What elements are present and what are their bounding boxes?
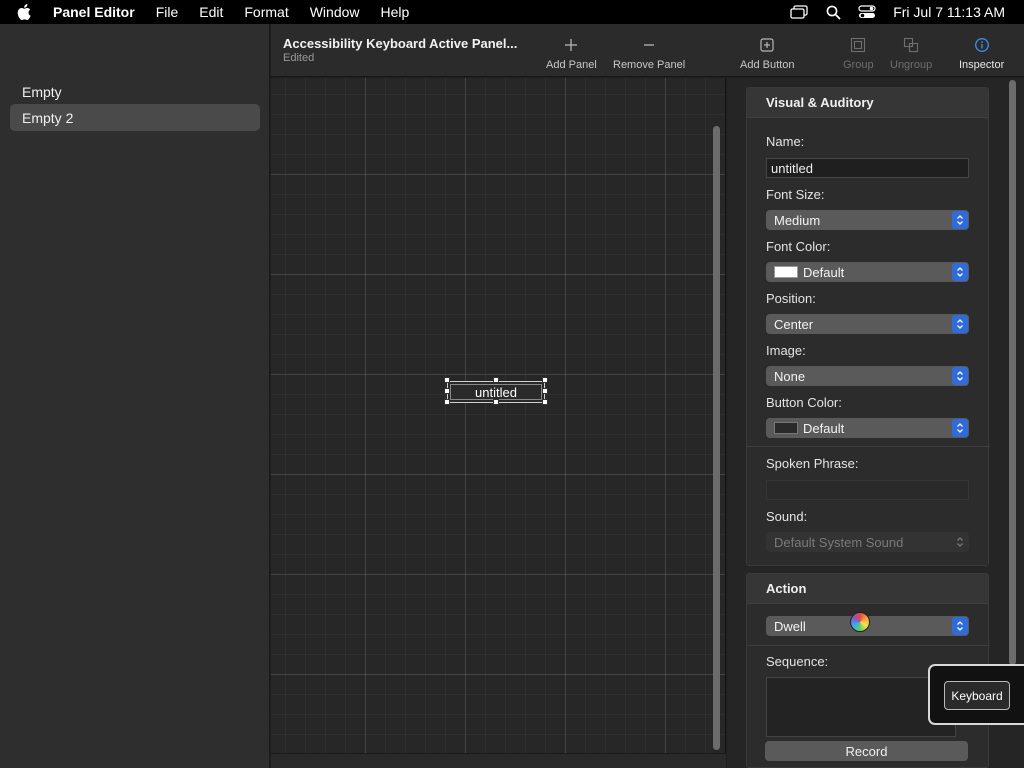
sidebar-item-empty[interactable]: Empty: [10, 78, 260, 105]
menu-edit[interactable]: Edit: [199, 4, 223, 20]
visual-auditory-header: Visual & Auditory: [747, 88, 988, 118]
visual-auditory-section: Visual & Auditory Name: untitled Font Si…: [746, 87, 990, 566]
chevron-up-down-icon: [952, 263, 968, 281]
font-size-value: Medium: [774, 212, 821, 228]
ungroup-icon: [903, 34, 919, 56]
sidebar-item-label: Empty: [22, 83, 62, 100]
menu-format[interactable]: Format: [244, 4, 288, 20]
resize-handle-bottom-right[interactable]: [542, 399, 548, 405]
keyboard-button[interactable]: Keyboard: [944, 681, 1010, 710]
sound-value: Default System Sound: [774, 534, 904, 550]
menu-bar: Panel Editor File Edit Format Window Hel…: [0, 0, 1024, 24]
remove-panel-button[interactable]: Remove Panel: [613, 34, 685, 71]
button-color-value: Default: [803, 420, 845, 436]
spoken-phrase-field[interactable]: [766, 480, 969, 500]
position-value: Center: [774, 316, 814, 332]
minus-icon: [642, 34, 656, 56]
menu-app-name[interactable]: Panel Editor: [53, 4, 135, 20]
add-panel-label: Add Panel: [546, 59, 597, 71]
inspector-scrollbar[interactable]: [1009, 80, 1016, 665]
button-color-label: Button Color:: [766, 395, 842, 410]
resize-handle-top[interactable]: [493, 377, 499, 383]
panel-button-label: untitled: [475, 384, 517, 400]
resize-handle-top-left[interactable]: [444, 377, 450, 383]
resize-handle-bottom-left[interactable]: [444, 399, 450, 405]
apple-icon[interactable]: [17, 0, 37, 24]
plus-icon: [564, 34, 578, 56]
document-title: Accessibility Keyboard Active Panel...: [283, 36, 518, 51]
resize-handle-bottom[interactable]: [493, 399, 499, 405]
font-color-popup[interactable]: Default: [766, 262, 969, 282]
group-label: Group: [843, 59, 874, 71]
canvas-bottom-bar: [271, 753, 726, 768]
image-popup[interactable]: None: [766, 366, 969, 386]
sound-label: Sound:: [766, 509, 808, 524]
section-divider: [747, 446, 990, 447]
image-value: None: [774, 368, 806, 384]
canvas-scrollbar[interactable]: [713, 126, 720, 750]
sidebar-item-empty-2[interactable]: Empty 2: [10, 104, 260, 131]
info-icon: [974, 34, 990, 56]
record-button[interactable]: Record: [765, 741, 968, 761]
busy-cursor-icon: [850, 612, 870, 632]
font-color-label: Font Color:: [766, 239, 831, 254]
group-icon: [850, 34, 866, 56]
panel-list-sidebar: Empty Empty 2: [0, 24, 270, 768]
document-status: Edited: [283, 52, 315, 64]
control-center-icon[interactable]: [857, 2, 877, 22]
sound-popup[interactable]: Default System Sound: [766, 532, 969, 552]
image-label: Image:: [766, 343, 806, 358]
chevron-up-down-icon: [952, 367, 968, 385]
button-color-swatch: [774, 422, 798, 434]
font-size-label: Font Size:: [766, 187, 825, 202]
name-label: Name:: [766, 134, 805, 149]
chevron-up-down-icon: [952, 211, 968, 229]
toolbar: Accessibility Keyboard Active Panel... E…: [271, 24, 1024, 77]
position-label: Position:: [766, 291, 816, 306]
menu-clock[interactable]: Fri Jul 7 11:13 AM: [893, 4, 1005, 20]
chevron-up-down-icon: [952, 533, 968, 551]
position-popup[interactable]: Center: [766, 314, 969, 334]
font-color-value: Default: [803, 264, 845, 280]
add-button-button[interactable]: Add Button: [740, 34, 794, 71]
section-divider: [747, 645, 990, 646]
action-header: Action: [747, 574, 988, 604]
inspector-label: Inspector: [959, 59, 1005, 71]
panel-canvas[interactable]: untitled: [271, 78, 726, 768]
add-panel-button[interactable]: Add Panel: [546, 34, 597, 71]
resize-handle-top-right[interactable]: [542, 377, 548, 383]
resize-handle-right[interactable]: [542, 388, 548, 394]
inspector-button[interactable]: Inspector: [959, 34, 1004, 71]
group-button[interactable]: Group: [843, 34, 874, 71]
spotlight-search-icon[interactable]: [823, 2, 843, 22]
action-value: Dwell: [774, 618, 806, 634]
sidebar-item-label: Empty 2: [22, 109, 74, 126]
name-field[interactable]: untitled: [766, 158, 969, 178]
menu-file[interactable]: File: [156, 4, 179, 20]
menu-help[interactable]: Help: [381, 4, 410, 20]
sequence-label: Sequence:: [766, 654, 829, 669]
ungroup-button[interactable]: Ungroup: [890, 34, 932, 71]
screen-mirroring-icon[interactable]: [789, 2, 809, 22]
font-size-popup[interactable]: Medium: [766, 210, 969, 230]
remove-panel-label: Remove Panel: [613, 59, 686, 71]
add-button-label: Add Button: [740, 59, 795, 71]
chevron-up-down-icon: [952, 315, 968, 333]
name-field-value: untitled: [771, 160, 813, 176]
font-color-swatch: [774, 266, 798, 278]
menu-window[interactable]: Window: [310, 4, 360, 20]
chevron-up-down-icon: [952, 419, 968, 437]
chevron-up-down-icon: [952, 617, 968, 635]
resize-handle-left[interactable]: [444, 388, 450, 394]
button-color-popup[interactable]: Default: [766, 418, 969, 438]
keyboard-popover: Keyboard: [928, 664, 1024, 725]
spoken-phrase-label: Spoken Phrase:: [766, 456, 859, 471]
add-button-icon: [759, 34, 775, 56]
ungroup-label: Ungroup: [890, 59, 933, 71]
